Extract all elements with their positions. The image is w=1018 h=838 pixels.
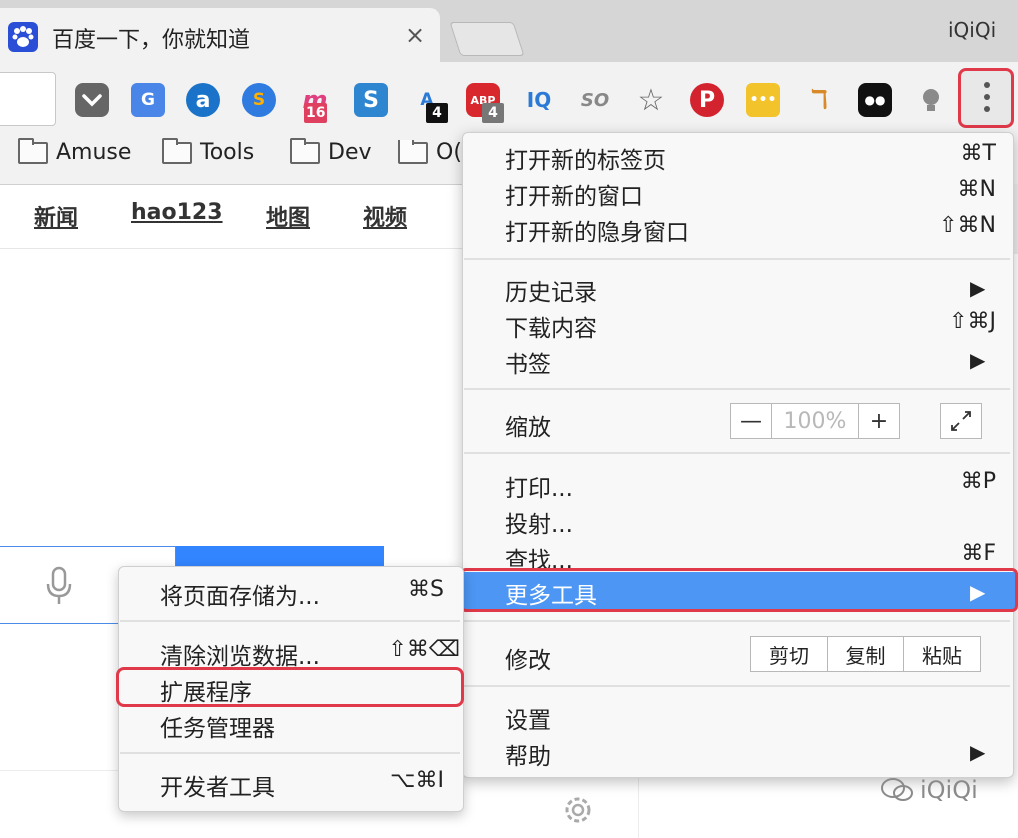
submenu-arrow-icon: ▶ (970, 740, 986, 764)
shield-badge: 4 (426, 103, 448, 123)
menu-item-incognito[interactable]: 打开新的隐身窗口 (505, 213, 689, 247)
submenu-item-task-manager[interactable]: 任务管理器 (160, 709, 275, 743)
menu-item-new-window[interactable]: 打开新的窗口 (505, 177, 643, 211)
page-vertical-divider (638, 770, 639, 838)
glasses-icon[interactable]: ●● (858, 83, 892, 117)
menu-separator (120, 620, 460, 622)
shortcut-new-window: ⌘N (957, 177, 996, 202)
shortcut-clear-data: ⇧⌘⌫ (388, 637, 460, 662)
iq-icon[interactable]: IQ (522, 83, 556, 117)
pinterest-icon[interactable]: P (690, 83, 724, 117)
pocket-icon[interactable] (75, 83, 109, 117)
copy-button[interactable]: 复制 (827, 636, 904, 672)
star-icon[interactable]: ☆ (634, 83, 668, 118)
menu-separator (464, 388, 1010, 390)
tab-close-icon[interactable]: × (405, 22, 425, 48)
menu-item-settings[interactable]: 设置 (505, 701, 551, 735)
fullscreen-icon[interactable] (940, 403, 982, 439)
menu-item-bookmarks[interactable]: 书签 (505, 345, 551, 379)
bookmark-tools[interactable]: Tools (162, 137, 254, 165)
dots-icon[interactable]: ••• (746, 83, 780, 117)
shortcut-downloads: ⇧⌘J (949, 309, 996, 334)
submenu-item-dev-tools[interactable]: 开发者工具 (160, 768, 275, 802)
menu-item-downloads[interactable]: 下载内容 (505, 309, 597, 343)
bookmark-o[interactable]: O( (398, 140, 462, 165)
folder-icon (398, 140, 428, 164)
menu-separator (464, 685, 1010, 687)
folder-icon (290, 137, 320, 164)
bookmark-dev[interactable]: Dev (290, 137, 372, 165)
sogou-icon[interactable]: S (242, 83, 276, 117)
at-icon[interactable]: a (186, 83, 220, 117)
baidu-paw-icon (8, 22, 38, 52)
menu-separator (464, 452, 1010, 454)
s-icon[interactable]: S (354, 83, 388, 117)
menu-item-history[interactable]: 历史记录 (505, 273, 597, 307)
submenu-item-save-page[interactable]: 将页面存储为... (160, 577, 320, 611)
nav-news[interactable]: 新闻 (34, 200, 78, 232)
tool-icon[interactable]: ℸ (802, 83, 836, 117)
nav-video[interactable]: 视频 (363, 200, 407, 232)
new-tab-button[interactable] (449, 22, 525, 56)
shortcut-save-page: ⌘S (408, 577, 444, 602)
search-button[interactable] (176, 546, 384, 568)
menu-separator (464, 620, 1010, 622)
shortcut-find: ⌘F (961, 541, 996, 566)
shortcut-dev-tools: ⌥⌘I (390, 768, 444, 793)
shortcut-new-tab: ⌘T (960, 141, 996, 166)
google-translate-icon[interactable]: G (131, 83, 165, 117)
zoom-in-button[interactable]: + (858, 403, 900, 439)
profile-name[interactable]: iQiQi (948, 18, 996, 42)
watermark: iQiQi (880, 776, 978, 804)
callout-extensions (116, 667, 464, 707)
bookmark-amuse[interactable]: Amuse (18, 137, 131, 165)
folder-icon (18, 137, 48, 164)
submenu-arrow-icon: ▶ (970, 348, 986, 372)
so-icon[interactable]: SO (578, 83, 612, 117)
watermark-text: iQiQi (920, 776, 978, 804)
paste-button[interactable]: 粘贴 (903, 636, 981, 672)
adblock-badge: 4 (482, 103, 504, 123)
menu-item-print[interactable]: 打印... (505, 469, 573, 503)
gear-icon[interactable] (560, 792, 596, 828)
shortcut-print: ⌘P (960, 469, 996, 494)
menu-item-edit: 修改 (505, 648, 551, 674)
menu-item-cast[interactable]: 投射... (505, 505, 573, 539)
menu-item-new-tab[interactable]: 打开新的标签页 (505, 141, 666, 175)
menu-separator (120, 752, 460, 754)
folder-icon (162, 137, 192, 164)
bulb-icon[interactable] (914, 83, 948, 117)
menu-separator (464, 258, 1010, 260)
menu-item-zoom: 缩放 (505, 415, 551, 441)
menu-item-help[interactable]: 帮助 (505, 737, 551, 771)
three-dots-icon (984, 82, 990, 118)
nav-map[interactable]: 地图 (266, 200, 310, 232)
submenu-item-clear-data[interactable]: 清除浏览数据... (160, 637, 320, 671)
zoom-out-button[interactable]: — (730, 403, 772, 439)
wechat-icon (881, 778, 913, 801)
microphone-icon[interactable] (44, 566, 74, 606)
submenu-arrow-icon: ▶ (970, 276, 986, 300)
shortcut-incognito: ⇧⌘N (939, 213, 996, 238)
address-bar[interactable] (0, 72, 56, 126)
m-badge: 16 (304, 103, 328, 123)
zoom-level: 100% (771, 403, 859, 439)
nav-hao123[interactable]: hao123 (131, 200, 223, 225)
callout-more-tools (460, 568, 1018, 612)
tab-title: 百度一下，你就知道 (52, 28, 251, 53)
cut-button[interactable]: 剪切 (750, 636, 828, 672)
